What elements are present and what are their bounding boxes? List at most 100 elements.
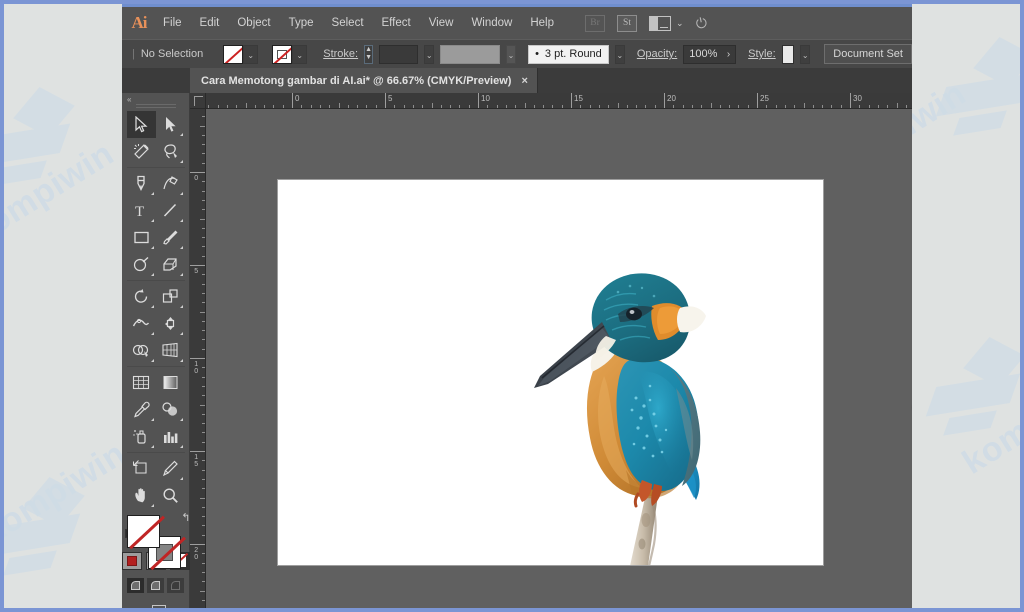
canvas: 0 5 10 15 20 (190, 109, 912, 610)
menu-object[interactable]: Object (228, 13, 279, 33)
symbol-sprayer-tool[interactable] (127, 423, 156, 450)
document-setup-button[interactable]: Document Set (824, 44, 912, 64)
graphic-style-swatch[interactable] (781, 44, 795, 64)
stroke-weight-chevron-down-icon[interactable]: ⌄ (424, 44, 435, 64)
selection-status: No Selection (140, 48, 204, 60)
menu-view[interactable]: View (420, 13, 463, 33)
stroke-label[interactable]: Stroke: (323, 48, 358, 60)
tool-grid: T (126, 110, 185, 509)
draw-behind-mode[interactable] (147, 577, 164, 593)
document-tab-title: Cara Memotong gambar di AI.ai* @ 66.67% … (201, 74, 512, 87)
rotate-tool[interactable] (127, 283, 156, 310)
stock-icon[interactable]: St (617, 14, 637, 32)
ruler-major-tick (850, 93, 851, 108)
stroke-chevron-down-icon[interactable]: ⌄ (292, 44, 308, 64)
artboard-tool[interactable] (127, 455, 156, 482)
bridge-icon[interactable]: Br (585, 14, 605, 32)
toolbox-drag-handle[interactable] (135, 104, 176, 108)
hand-tool[interactable] (127, 482, 156, 509)
magic-wand-tool[interactable] (127, 138, 156, 165)
stroke-swatch[interactable] (272, 44, 293, 64)
type-tool[interactable]: T (127, 197, 156, 224)
curvature-tool[interactable] (156, 170, 185, 197)
variable-width-profile[interactable] (440, 44, 500, 64)
menu-file[interactable]: File (154, 13, 191, 33)
eraser-tool[interactable] (156, 251, 185, 278)
menu-help[interactable]: Help (521, 13, 563, 33)
fill-chevron-down-icon[interactable]: ⌄ (243, 44, 259, 64)
stroke-weight-stepper[interactable]: ▲ ▼ (364, 44, 374, 64)
change-screen-mode-icon[interactable] (145, 604, 167, 608)
menu-select[interactable]: Select (323, 13, 373, 33)
ruler-label: 30 (853, 94, 862, 103)
canvas-viewport[interactable] (206, 109, 912, 608)
brush-definition-select[interactable]: • 3 pt. Round (528, 44, 609, 64)
pen-tool[interactable] (127, 170, 156, 197)
brush-bullet-icon: • (535, 48, 539, 60)
fill-none-indicator (128, 515, 165, 549)
vertical-ruler[interactable]: 0 5 10 15 20 (190, 109, 206, 610)
slice-tool[interactable] (156, 455, 185, 482)
shape-builder-tool[interactable] (127, 337, 156, 364)
work-area: « T ↰ 0 5 10 15 20 25 30 0 5 1 0 1 5 2 0 (122, 93, 912, 610)
menu-window[interactable]: Window (462, 13, 521, 33)
rectangle-tool[interactable] (127, 224, 156, 251)
style-label[interactable]: Style: (748, 48, 776, 60)
illustrator-window: Ai File Edit Object Type Select Effect V… (122, 4, 912, 610)
chevron-down-icon[interactable]: ⌄ (676, 18, 684, 29)
kingfisher-artwork[interactable] (526, 248, 741, 565)
scale-tool[interactable] (156, 283, 185, 310)
blend-tool[interactable] (156, 396, 185, 423)
perspective-grid-tool[interactable] (156, 337, 185, 364)
width-tool[interactable] (127, 310, 156, 337)
gradient-tool[interactable] (156, 369, 185, 396)
ruler-label: 0 (194, 175, 198, 182)
fill-swatch[interactable] (223, 44, 244, 64)
color-button[interactable] (122, 551, 142, 570)
ruler-label: 15 (194, 454, 198, 468)
draw-inside-mode[interactable] (167, 577, 184, 593)
close-icon[interactable]: × (521, 75, 527, 87)
draw-mode-buttons (127, 577, 184, 593)
shaper-tool[interactable] (127, 251, 156, 278)
width-profile-chevron-down-icon[interactable]: ⌄ (506, 44, 517, 64)
menu-type[interactable]: Type (280, 13, 323, 33)
ruler-minor-tick (202, 609, 206, 610)
brush-chevron-down-icon[interactable]: ⌄ (614, 44, 625, 64)
ruler-major-tick (385, 93, 386, 108)
menu-effect[interactable]: Effect (373, 13, 420, 33)
fill-color-swatch[interactable] (126, 514, 165, 549)
menu-bar: Ai File Edit Object Type Select Effect V… (122, 7, 912, 39)
paintbrush-tool[interactable] (156, 224, 185, 251)
document-tab[interactable]: Cara Memotong gambar di AI.ai* @ 66.67% … (190, 68, 538, 93)
toolbox-collapse-icon[interactable]: « (122, 95, 189, 104)
opacity-input[interactable]: 100% › (683, 44, 737, 64)
mesh-tool[interactable] (127, 369, 156, 396)
ruler-major-tick (292, 93, 293, 108)
ruler-major-tick (190, 172, 205, 173)
horizontal-ruler[interactable]: 0 5 10 15 20 25 30 (206, 93, 912, 109)
tool-divider (126, 365, 185, 367)
ruler-major-tick (190, 358, 205, 359)
zoom-tool[interactable] (156, 482, 185, 509)
workspace-switcher-icon[interactable]: ⏻ (694, 14, 708, 33)
document-tab-bar: Cara Memotong gambar di AI.ai* @ 66.67% … (122, 68, 912, 93)
lasso-tool[interactable] (156, 138, 185, 165)
selection-tool[interactable] (126, 110, 156, 138)
free-transform-tool[interactable] (156, 310, 185, 337)
arrange-documents-icon[interactable] (649, 15, 671, 31)
style-chevron-down-icon[interactable]: ⌄ (800, 44, 811, 64)
opacity-expand-icon[interactable]: › (727, 49, 730, 60)
opacity-label[interactable]: Opacity: (637, 48, 677, 60)
eyedropper-tool[interactable] (127, 396, 156, 423)
direct-selection-tool[interactable] (156, 111, 185, 138)
watermark-text: kompiwin (4, 434, 133, 552)
menu-bar-icons: Br St ⌄ ⏻ (585, 14, 708, 33)
ruler-origin-corner[interactable] (190, 93, 206, 109)
artboard[interactable] (277, 179, 824, 566)
column-graph-tool[interactable] (156, 423, 185, 450)
draw-normal-mode[interactable] (127, 577, 144, 593)
line-segment-tool[interactable] (156, 197, 185, 224)
stroke-weight-input[interactable] (379, 44, 419, 64)
menu-edit[interactable]: Edit (191, 13, 229, 33)
